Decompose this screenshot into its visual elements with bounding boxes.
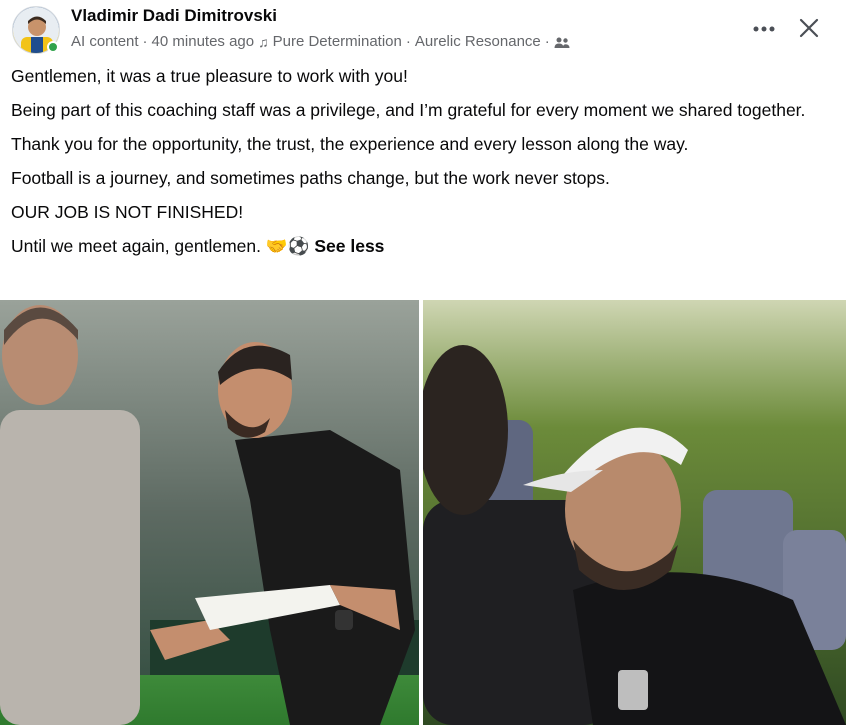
post-header: Vladimir Dadi Dimitrovski AI content · 4… — [0, 0, 852, 62]
post-time[interactable]: 40 minutes ago — [152, 33, 255, 50]
post-paragraph: Thank you for the opportunity, the trust… — [11, 134, 689, 154]
photo-coach-on-sideline[interactable] — [0, 300, 419, 725]
more-options-button[interactable] — [749, 14, 779, 44]
ai-content-label[interactable]: AI content — [71, 33, 139, 50]
author-name[interactable]: Vladimir Dadi Dimitrovski — [71, 6, 277, 26]
post-paragraph: Until we meet again, gentlemen. — [11, 236, 261, 256]
post-meta: AI content · 40 minutes ago ♫ Pure Deter… — [71, 33, 570, 50]
online-status-dot — [47, 41, 59, 53]
meta-separator: · — [405, 33, 411, 50]
meta-separator: · — [544, 33, 550, 50]
handshake-football-emoji: 🤝⚽ — [265, 237, 310, 257]
post-paragraph: OUR JOB IS NOT FINISHED! — [11, 202, 244, 222]
facebook-post: Vladimir Dadi Dimitrovski AI content · 4… — [0, 0, 852, 725]
close-button[interactable] — [794, 13, 824, 43]
friends-icon[interactable] — [554, 36, 570, 48]
more-options-icon — [753, 26, 775, 32]
post-photos — [0, 300, 846, 725]
see-less-link[interactable]: See less — [314, 236, 384, 256]
song-artist[interactable]: Aurelic Resonance — [415, 33, 541, 50]
music-note-icon: ♫ — [258, 33, 269, 50]
post-text: Gentlemen, it was a true pleasure to wor… — [11, 64, 831, 269]
post-paragraph: Being part of this coaching staff was a … — [11, 100, 806, 120]
close-icon — [799, 18, 819, 38]
meta-separator: · — [142, 33, 148, 50]
post-paragraph: Gentlemen, it was a true pleasure to wor… — [11, 66, 408, 86]
post-paragraph: Football is a journey, and sometimes pat… — [11, 168, 610, 188]
post-last-paragraph: Until we meet again, gentlemen. 🤝⚽ See l… — [11, 234, 831, 259]
photo-coach-in-cap[interactable] — [423, 300, 846, 725]
song-title[interactable]: Pure Determination — [273, 33, 402, 50]
